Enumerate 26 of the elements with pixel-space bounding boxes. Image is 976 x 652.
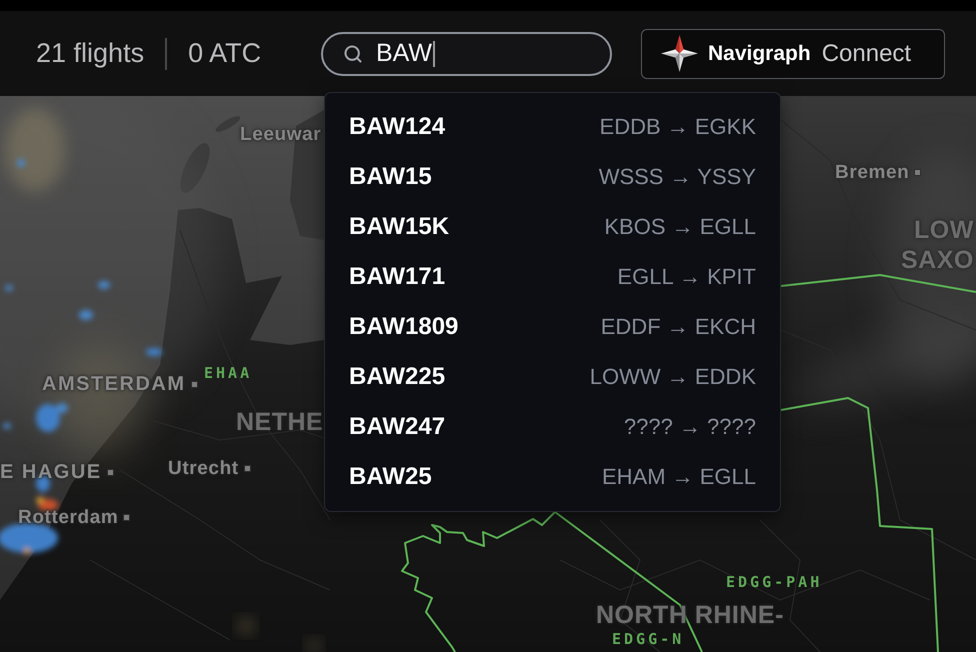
search-result-item[interactable]: BAW15K KBOS → EGLL (325, 202, 780, 252)
airspace-label: EHAA (204, 365, 252, 382)
city-label: AMSTERDAM (42, 373, 186, 396)
flight-count: 21 flights (36, 38, 144, 70)
search-result-item[interactable]: BAW247 ???? → ???? (325, 402, 780, 452)
search-result-item[interactable]: BAW171 EGLL → KPIT (325, 252, 780, 302)
search-result-item[interactable]: BAW225 LOWW → EDDK (325, 352, 780, 402)
text-cursor-icon (433, 40, 436, 66)
search-result-item[interactable]: BAW15 WSSS → YSSY (325, 152, 780, 202)
region-label: NORTH RHINE- (596, 601, 784, 630)
connect-button[interactable]: Navigraph Connect (641, 28, 945, 78)
search-result-item[interactable]: BAW124 EDDB → EGKK (325, 102, 780, 152)
search-result-item[interactable]: BAW25 EHAM → EGLL (325, 452, 780, 502)
region-label: NETHE (236, 408, 324, 437)
airspace-label: EDGG-PAH (726, 574, 822, 592)
city-label: Utrecht (168, 458, 239, 480)
atc-count: 0 ATC (188, 38, 262, 70)
city-label: Bremen (835, 162, 910, 184)
search-result-item[interactable]: BAW1809 EDDF → EKCH (325, 302, 780, 352)
airspace-label: EDGG-N (612, 631, 684, 648)
search-field[interactable]: BAW (321, 32, 612, 76)
search-icon (343, 44, 363, 64)
compass-star-icon (661, 35, 698, 72)
city-label: Leeuwar (240, 124, 322, 146)
city-label: Rotterdam (18, 507, 118, 529)
city-label: E HAGUE (0, 461, 102, 484)
